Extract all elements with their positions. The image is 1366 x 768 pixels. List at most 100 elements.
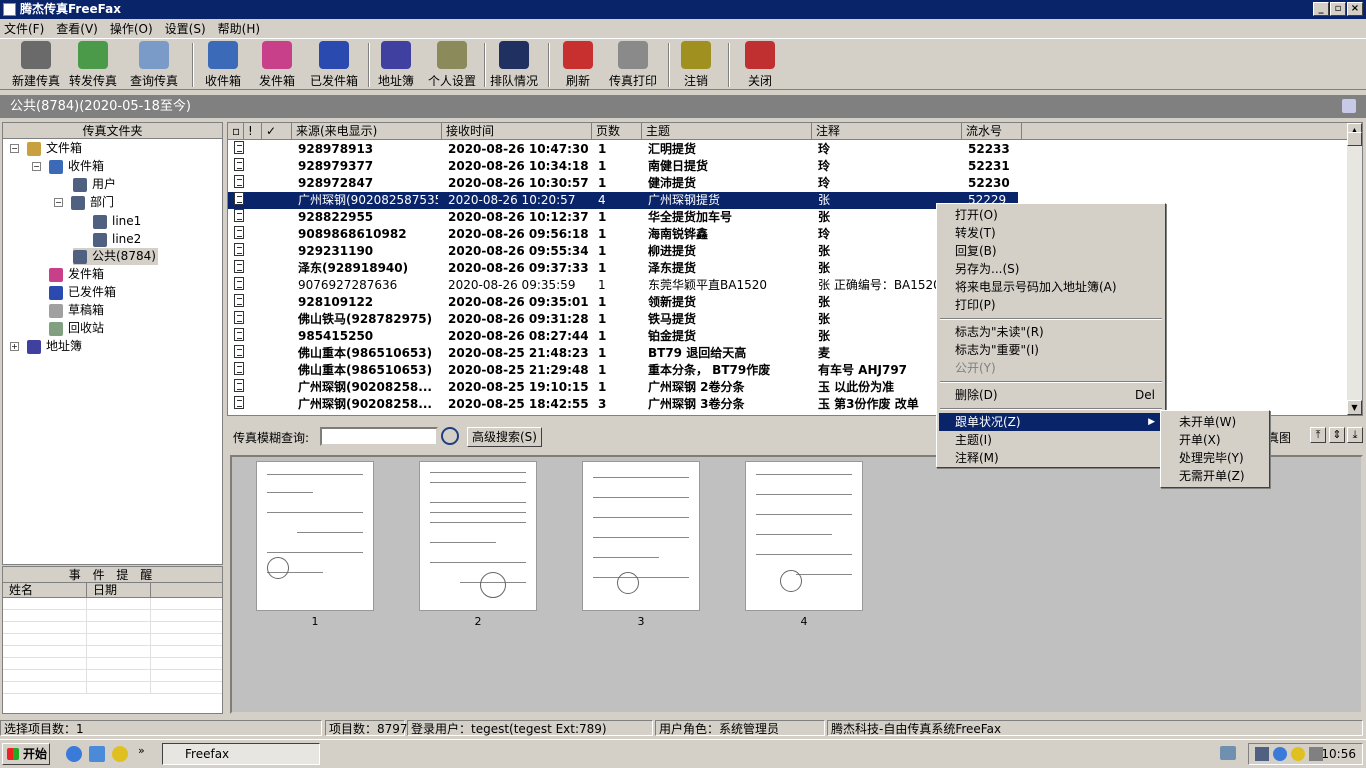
sent-box-button[interactable]: 已发件箱: [306, 41, 362, 89]
table-row[interactable]: 985415250 2020-08-26 08:27:44 1 铂金提货张: [228, 328, 1018, 345]
refresh-button[interactable]: 刷新: [558, 41, 598, 89]
search-fax-button[interactable]: 查询传真: [122, 41, 186, 89]
tree-item-user[interactable]: 用户: [73, 176, 116, 193]
ie-icon[interactable]: [66, 746, 82, 762]
advanced-search-button[interactable]: 高级搜索(S): [467, 427, 542, 447]
menu-item-save-as[interactable]: 另存为...(S): [939, 260, 1163, 278]
fax-page-thumbnail[interactable]: [582, 461, 700, 611]
queue-status-button[interactable]: 排队情况: [488, 41, 540, 89]
tree-item-line2[interactable]: line2: [93, 231, 141, 248]
inbox-button[interactable]: 收件箱: [200, 41, 246, 89]
tree-item-sent[interactable]: 已发件箱: [49, 284, 116, 301]
col-source[interactable]: 来源(来电显示): [292, 123, 442, 140]
tree-item-line1[interactable]: line1: [93, 213, 141, 230]
address-book-button[interactable]: 地址簿: [374, 41, 418, 89]
menu-item-reply[interactable]: 回复(B): [939, 242, 1163, 260]
view-mode-label[interactable]: 真图: [1267, 429, 1291, 446]
new-fax-button[interactable]: 新建传真: [8, 41, 64, 89]
search-input[interactable]: [320, 427, 438, 446]
expand-toggle[interactable]: +: [10, 342, 19, 351]
menu-file[interactable]: 文件(F): [4, 20, 44, 37]
menu-item-follow-status[interactable]: 跟单状况(Z) ▶: [939, 413, 1163, 431]
submenu-item-ordered[interactable]: 开单(X): [1163, 431, 1267, 449]
table-row[interactable]: 929231190 2020-08-26 09:55:34 1 柳进提货张: [228, 243, 1018, 260]
scroll-thumb[interactable]: [1347, 132, 1362, 146]
tree-item-recycle[interactable]: 回收站: [49, 320, 104, 337]
tree-item-inbox[interactable]: 收件箱: [49, 158, 104, 175]
col-note[interactable]: 注释: [812, 123, 962, 140]
close-window-button[interactable]: ×: [1347, 2, 1363, 16]
move-top-icon[interactable]: ⤒: [1310, 427, 1326, 443]
menu-item-mark-important[interactable]: 标志为"重要"(I): [939, 341, 1163, 359]
menu-operation[interactable]: 操作(O): [110, 20, 153, 37]
table-row[interactable]: 928109122 2020-08-26 09:35:01 1 领新提货张: [228, 294, 1018, 311]
collapse-toggle[interactable]: −: [10, 144, 19, 153]
menu-view[interactable]: 查看(V): [56, 20, 98, 37]
list-scrollbar[interactable]: ▲ ▼: [1347, 123, 1362, 415]
menu-item-subject[interactable]: 主题(I): [939, 431, 1163, 449]
table-row[interactable]: 928972847 2020-08-26 10:30:57 1 健沛提货 玲 52230: [228, 175, 1018, 192]
tree-item-filebox[interactable]: 文件箱: [27, 140, 82, 157]
table-row[interactable]: 佛山重本(986510653) 2020-08-25 21:29:48 1 重本分条，…: [228, 362, 1018, 379]
col-time[interactable]: 接收时间: [442, 123, 592, 140]
table-row[interactable]: 广州琛钢(902082587535) 2020-08-26 10:20:57 4 广州…: [228, 192, 1018, 209]
explorer-icon[interactable]: [89, 746, 105, 762]
col-doc-icon[interactable]: ▫: [228, 123, 244, 140]
tray-ie-icon[interactable]: [1273, 747, 1287, 761]
personal-settings-button[interactable]: 个人设置: [424, 41, 480, 89]
fax-page-thumbnail[interactable]: [256, 461, 374, 611]
menu-item-mark-unread[interactable]: 标志为"未读"(R): [939, 323, 1163, 341]
tree-item-outbox[interactable]: 发件箱: [49, 266, 104, 283]
tree-item-department[interactable]: 部门: [71, 194, 114, 211]
menu-item-add-to-address-book[interactable]: 将来电显示号码加入地址簿(A): [939, 278, 1163, 296]
forward-fax-button[interactable]: 转发传真: [66, 41, 120, 89]
tree-item-address-book[interactable]: 地址簿: [27, 338, 82, 355]
tree-item-public[interactable]: 公共(8784): [73, 248, 158, 265]
menu-item-open[interactable]: 打开(O): [939, 206, 1163, 224]
events-col-name[interactable]: 姓名: [3, 583, 87, 597]
table-row[interactable]: 泽东(928918940) 2020-08-26 09:37:33 1 泽东提货张: [228, 260, 1018, 277]
collapse-toggle[interactable]: −: [32, 162, 41, 171]
print-fax-button[interactable]: 传真打印: [606, 41, 660, 89]
media-icon[interactable]: [112, 746, 128, 762]
col-serial[interactable]: 流水号: [962, 123, 1022, 140]
minimize-button[interactable]: _: [1313, 2, 1329, 16]
col-subject[interactable]: 主题: [642, 123, 812, 140]
user-status-icon[interactable]: [1342, 99, 1356, 113]
restore-button[interactable]: ▫: [1330, 2, 1346, 16]
move-bottom-icon[interactable]: ⤓: [1347, 427, 1363, 443]
table-row[interactable]: 928978913 2020-08-26 10:47:30 1 汇明提货 玲 52233: [228, 141, 1018, 158]
tray-volume-icon[interactable]: [1309, 747, 1323, 761]
scroll-down-button[interactable]: ▼: [1347, 400, 1362, 415]
col-pages[interactable]: 页数: [592, 123, 642, 140]
move-middle-icon[interactable]: ⇕: [1329, 427, 1345, 443]
menu-settings[interactable]: 设置(S): [165, 20, 206, 37]
table-row[interactable]: 9089868610982 2020-08-26 09:56:18 1 海南锐铧鑫玲: [228, 226, 1018, 243]
logout-button[interactable]: 注销: [676, 41, 716, 89]
table-row[interactable]: 928822955 2020-08-26 10:12:37 1 华全提货加车号张: [228, 209, 1018, 226]
tree-item-drafts[interactable]: 草稿箱: [49, 302, 104, 319]
menu-item-forward[interactable]: 转发(T): [939, 224, 1163, 242]
menu-item-delete[interactable]: 删除(D) Del: [939, 386, 1163, 404]
menu-help[interactable]: 帮助(H): [218, 20, 260, 37]
menu-item-print[interactable]: 打印(P): [939, 296, 1163, 314]
table-row[interactable]: 广州琛钢(90208258... 2020-08-25 19:10:15 1 广州琛钢…: [228, 379, 1018, 396]
start-button[interactable]: 开始: [2, 743, 50, 765]
table-row[interactable]: 928979377 2020-08-26 10:34:18 1 南健日提货 玲 52231: [228, 158, 1018, 175]
table-row[interactable]: 9076927287636 2020-08-26 09:35:59 1 东莞华颖平直B…: [228, 277, 1018, 294]
menu-item-note[interactable]: 注释(M): [939, 449, 1163, 467]
collapse-toggle[interactable]: −: [54, 198, 63, 207]
col-important-icon[interactable]: !: [244, 123, 262, 140]
submenu-item-no-order[interactable]: 无需开单(Z): [1163, 467, 1267, 485]
fax-page-thumbnail[interactable]: [419, 461, 537, 611]
table-row[interactable]: 佛山铁马(928782975) 2020-08-26 09:31:28 1 铁马提货张: [228, 311, 1018, 328]
tray-app-icon[interactable]: [1255, 747, 1269, 761]
col-check-icon[interactable]: ✓: [262, 123, 292, 140]
outbox-button[interactable]: 发件箱: [254, 41, 300, 89]
table-row[interactable]: 佛山重本(986510653) 2020-08-25 21:48:23 1 BT79 …: [228, 345, 1018, 362]
chevron-right-icon[interactable]: »: [138, 744, 145, 757]
taskbar-freefax[interactable]: Freefax: [162, 743, 320, 765]
search-icon[interactable]: [441, 427, 459, 445]
submenu-item-done[interactable]: 处理完毕(Y): [1163, 449, 1267, 467]
events-col-date[interactable]: 日期: [87, 583, 151, 597]
